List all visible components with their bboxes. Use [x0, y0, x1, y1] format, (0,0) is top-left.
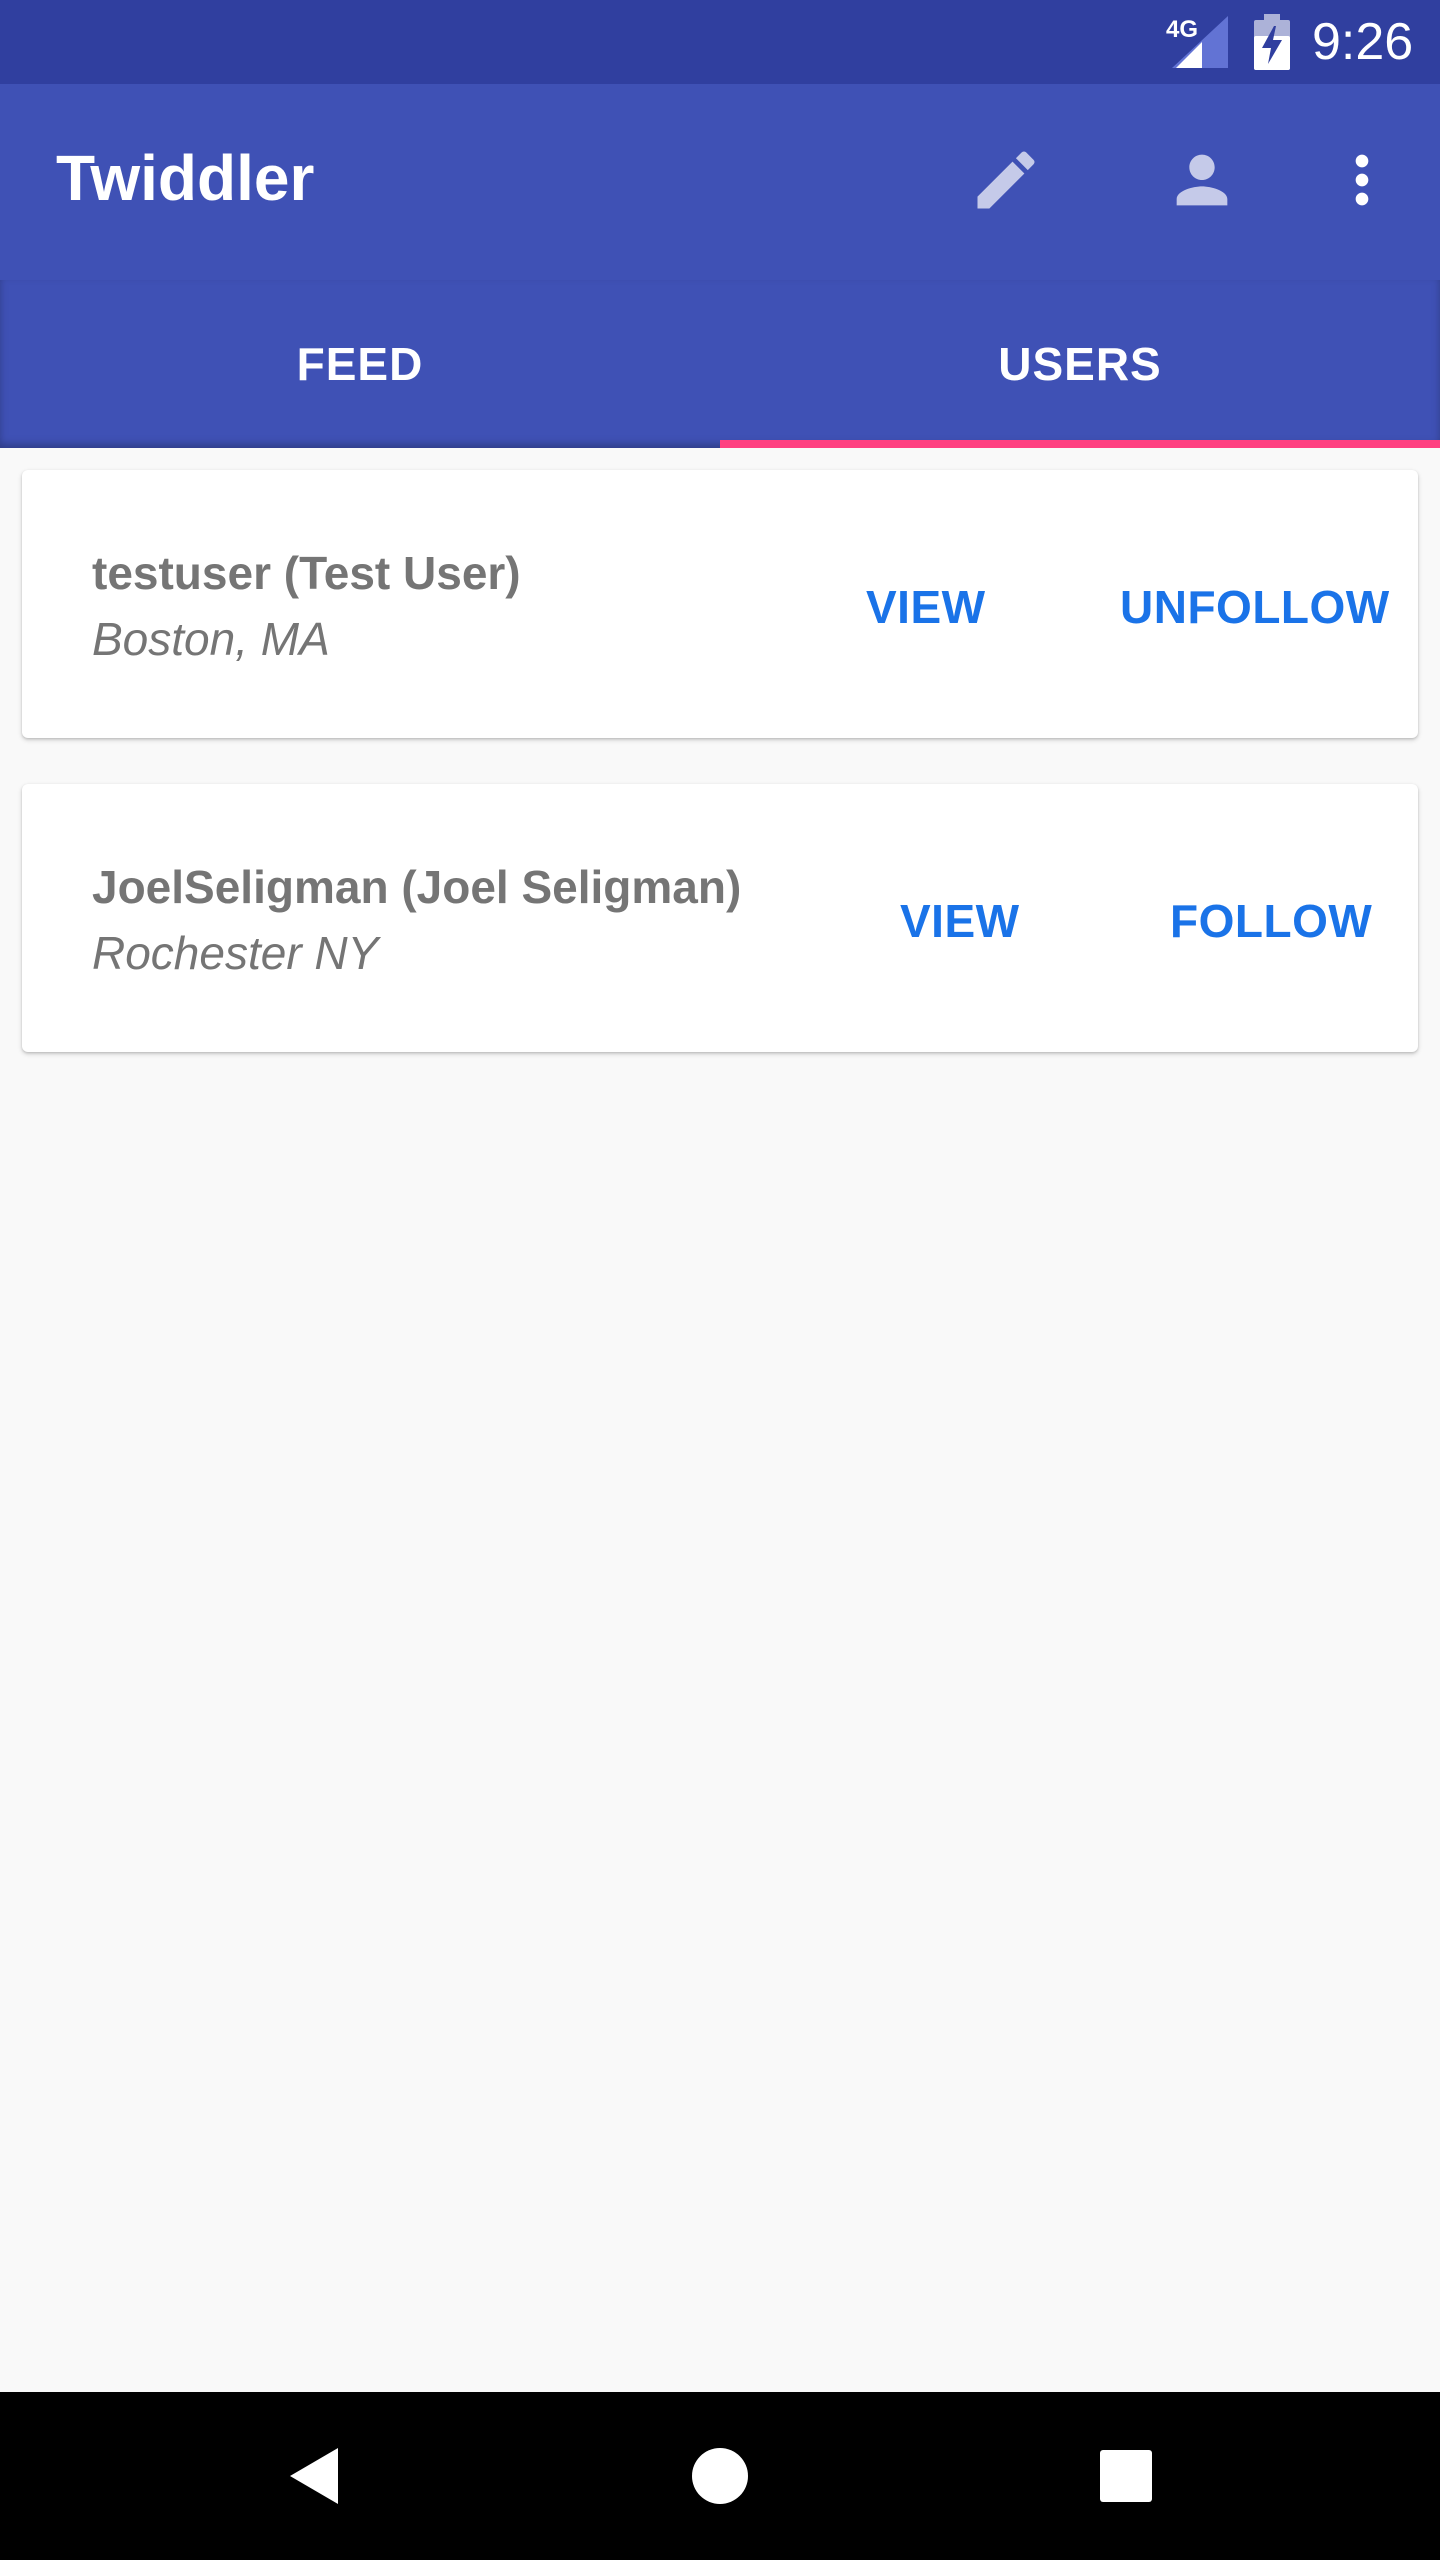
tab-indicator	[720, 440, 1440, 448]
overflow-menu-button[interactable]	[1314, 132, 1410, 228]
recents-button[interactable]	[1078, 2428, 1174, 2524]
person-icon	[1176, 154, 1228, 206]
user-name: JoelSeligman (Joel Seligman)	[92, 861, 742, 913]
home-icon	[692, 2448, 748, 2504]
signal-icon	[1172, 16, 1228, 68]
app-bar: Twiddler	[0, 84, 1440, 280]
view-button[interactable]: VIEW	[900, 894, 1020, 948]
back-button[interactable]	[266, 2428, 362, 2524]
user-name: testuser (Test User)	[92, 547, 521, 599]
back-icon	[290, 2448, 338, 2504]
user-card: JoelSeligman (Joel Seligman) Rochester N…	[22, 784, 1418, 1052]
user-location: Rochester NY	[92, 927, 379, 979]
follow-button[interactable]: FOLLOW	[1170, 894, 1372, 948]
app-title: Twiddler	[56, 142, 315, 214]
clock: 9:26	[1312, 13, 1414, 71]
home-button[interactable]	[672, 2428, 768, 2524]
view-button[interactable]: VIEW	[866, 580, 986, 634]
tab-feed[interactable]: FEED	[0, 280, 720, 448]
system-nav-bar	[0, 2392, 1440, 2560]
tab-users[interactable]: USERS	[720, 280, 1440, 448]
tab-bar: FEED USERS	[0, 280, 1440, 448]
user-card: testuser (Test User) Boston, MA VIEW UNF…	[22, 470, 1418, 738]
recents-icon	[1100, 2450, 1152, 2502]
pencil-icon	[977, 151, 1035, 209]
profile-button[interactable]	[1154, 132, 1250, 228]
status-bar: 4G 9:26	[0, 0, 1440, 84]
unfollow-button[interactable]: UNFOLLOW	[1120, 580, 1390, 634]
battery-charging-icon	[1254, 14, 1290, 70]
user-location: Boston, MA	[92, 613, 330, 665]
compose-button[interactable]	[958, 132, 1054, 228]
more-vert-icon	[1355, 154, 1369, 206]
